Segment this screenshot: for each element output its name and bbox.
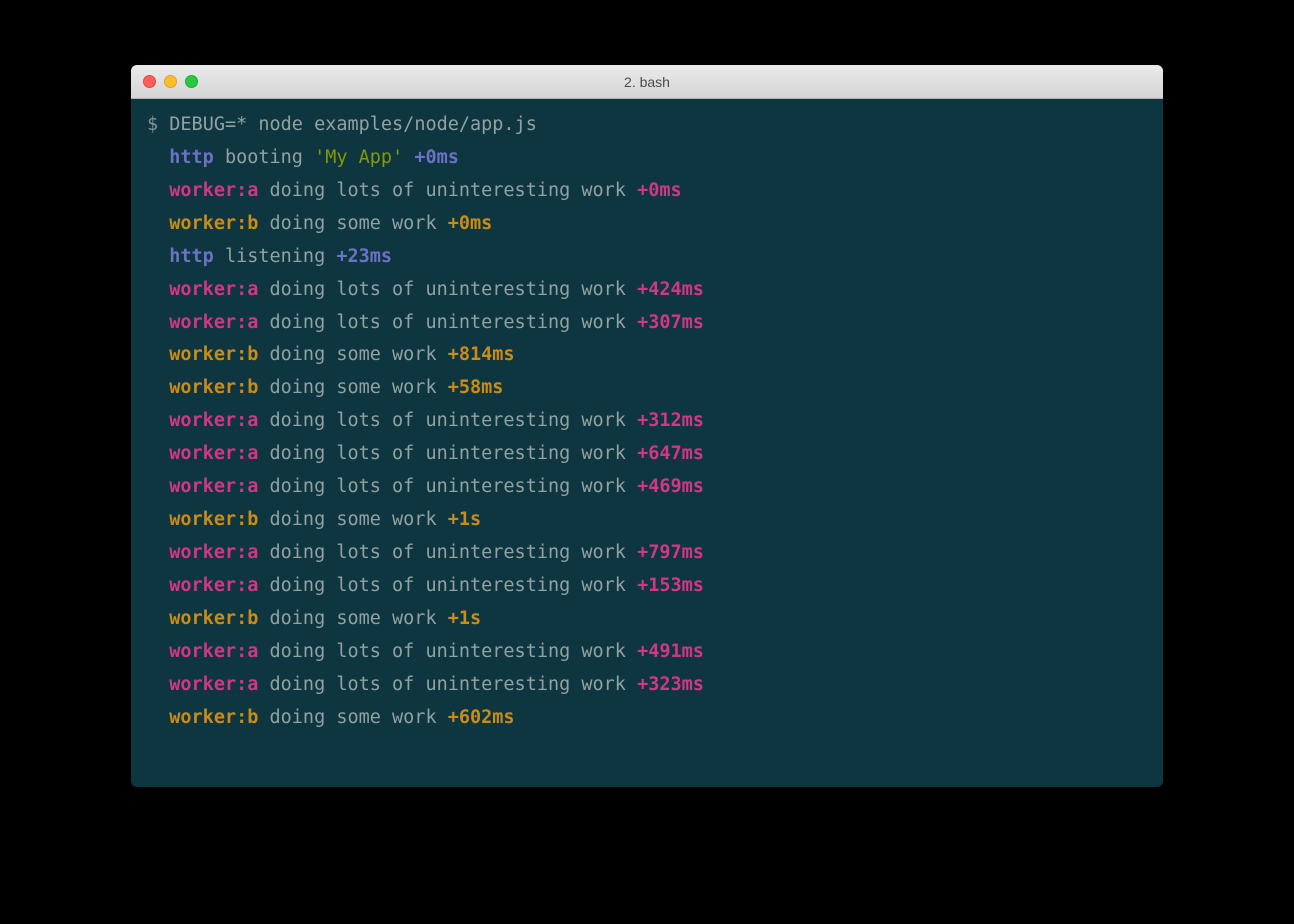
log-message: doing some work [270, 509, 437, 530]
log-line: http listening +23ms [147, 241, 1147, 274]
log-time: +814ms [448, 344, 515, 365]
log-time: +491ms [637, 641, 704, 662]
log-namespace: worker:a [169, 443, 258, 464]
log-message: doing lots of uninteresting work [270, 312, 626, 333]
log-namespace: worker:a [169, 476, 258, 497]
log-message: doing lots of uninteresting work [270, 674, 626, 695]
log-time: +0ms [637, 180, 682, 201]
log-time: +647ms [637, 443, 704, 464]
log-message: doing lots of uninteresting work [270, 641, 626, 662]
log-message: booting [225, 147, 314, 168]
log-message: doing some work [270, 608, 437, 629]
log-line: worker:a doing lots of uninteresting wor… [147, 669, 1147, 702]
log-line: worker:b doing some work +814ms [147, 339, 1147, 372]
log-message: listening [225, 246, 325, 267]
prompt: $ [147, 114, 169, 135]
close-icon[interactable] [143, 75, 156, 88]
log-line: worker:a doing lots of uninteresting wor… [147, 636, 1147, 669]
log-line: worker:a doing lots of uninteresting wor… [147, 471, 1147, 504]
log-line: worker:b doing some work +0ms [147, 208, 1147, 241]
log-time: +0ms [414, 147, 459, 168]
log-time: +602ms [448, 707, 515, 728]
log-namespace: worker:a [169, 410, 258, 431]
log-namespace: worker:a [169, 575, 258, 596]
log-line: worker:b doing some work +1s [147, 603, 1147, 636]
log-namespace: worker:a [169, 542, 258, 563]
log-namespace: worker:a [169, 674, 258, 695]
log-namespace: worker:b [169, 377, 258, 398]
log-line: worker:a doing lots of uninteresting wor… [147, 274, 1147, 307]
window-title: 2. bash [624, 74, 670, 90]
log-line: worker:b doing some work +602ms [147, 702, 1147, 735]
log-line: worker:b doing some work +1s [147, 504, 1147, 537]
log-line: worker:a doing lots of uninteresting wor… [147, 175, 1147, 208]
log-namespace: worker:b [169, 608, 258, 629]
log-message: doing some work [270, 213, 437, 234]
log-namespace: worker:a [169, 279, 258, 300]
traffic-lights [143, 75, 198, 88]
log-time: +1s [448, 608, 481, 629]
log-message: doing lots of uninteresting work [270, 443, 626, 464]
log-output: http booting 'My App' +0msworker:a doing… [147, 142, 1147, 735]
log-time: +23ms [336, 246, 392, 267]
log-line: worker:a doing lots of uninteresting wor… [147, 405, 1147, 438]
log-namespace: worker:b [169, 344, 258, 365]
log-time: +307ms [637, 312, 704, 333]
minimize-icon[interactable] [164, 75, 177, 88]
log-namespace: worker:b [169, 509, 258, 530]
log-string: 'My App' [314, 147, 403, 168]
log-message: doing lots of uninteresting work [270, 542, 626, 563]
log-time: +0ms [448, 213, 493, 234]
log-time: +424ms [637, 279, 704, 300]
log-namespace: worker:b [169, 213, 258, 234]
log-time: +312ms [637, 410, 704, 431]
log-message: doing lots of uninteresting work [270, 180, 626, 201]
zoom-icon[interactable] [185, 75, 198, 88]
log-namespace: worker:b [169, 707, 258, 728]
log-time: +58ms [448, 377, 504, 398]
log-message: doing lots of uninteresting work [270, 279, 626, 300]
log-time: +323ms [637, 674, 704, 695]
log-message: doing some work [270, 707, 437, 728]
window-titlebar[interactable]: 2. bash [131, 65, 1163, 99]
log-line: http booting 'My App' +0ms [147, 142, 1147, 175]
log-line: worker:a doing lots of uninteresting wor… [147, 438, 1147, 471]
log-namespace: http [169, 246, 214, 267]
log-message: doing lots of uninteresting work [270, 410, 626, 431]
command-text: DEBUG=* node examples/node/app.js [169, 114, 537, 135]
log-message: doing lots of uninteresting work [270, 476, 626, 497]
terminal-content[interactable]: $ DEBUG=* node examples/node/app.js http… [131, 99, 1163, 745]
log-message: doing some work [270, 377, 437, 398]
log-message: doing lots of uninteresting work [270, 575, 626, 596]
log-namespace: worker:a [169, 180, 258, 201]
log-namespace: http [169, 147, 214, 168]
log-time: +1s [448, 509, 481, 530]
log-message: doing some work [270, 344, 437, 365]
log-line: worker:a doing lots of uninteresting wor… [147, 537, 1147, 570]
log-time: +153ms [637, 575, 704, 596]
log-line: worker:a doing lots of uninteresting wor… [147, 307, 1147, 340]
log-namespace: worker:a [169, 312, 258, 333]
terminal-window: 2. bash $ DEBUG=* node examples/node/app… [131, 65, 1163, 787]
log-line: worker:a doing lots of uninteresting wor… [147, 570, 1147, 603]
log-time: +797ms [637, 542, 704, 563]
log-time: +469ms [637, 476, 704, 497]
log-line: worker:b doing some work +58ms [147, 372, 1147, 405]
command-line: $ DEBUG=* node examples/node/app.js [147, 109, 1147, 142]
log-namespace: worker:a [169, 641, 258, 662]
